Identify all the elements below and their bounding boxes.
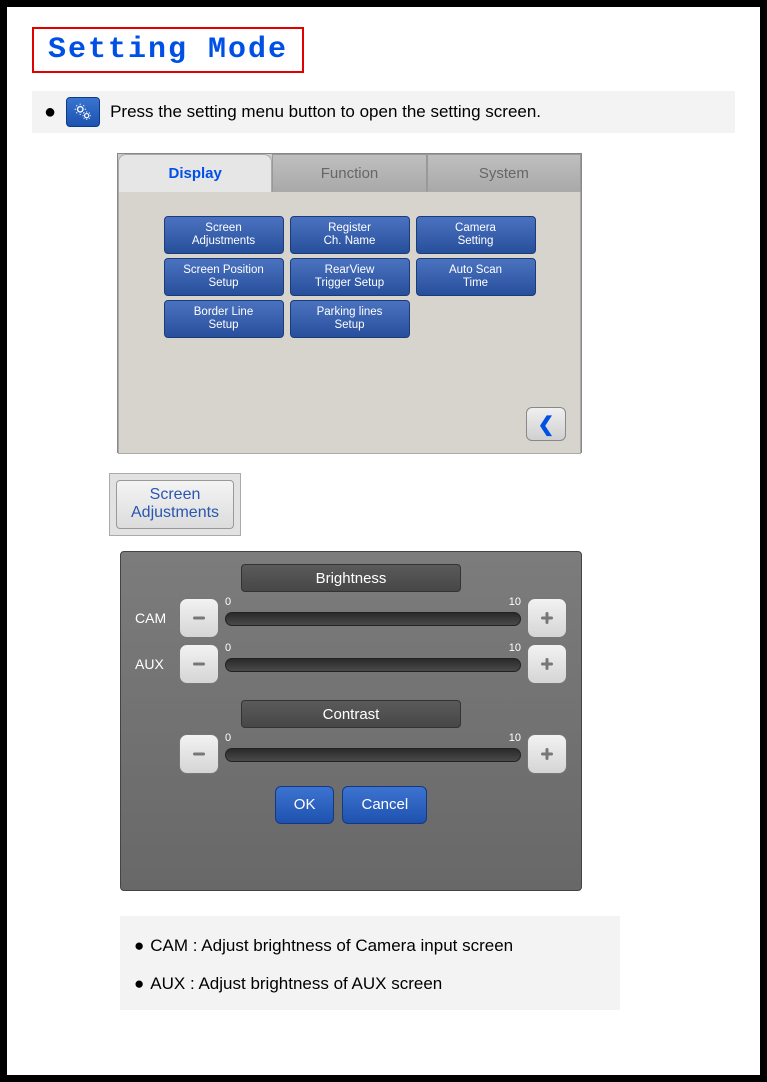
tab-system[interactable]: System (427, 154, 581, 192)
contrast-plus-button[interactable] (527, 734, 567, 774)
tab-body: Screen Adjustments Register Ch. Name Cam… (118, 192, 581, 454)
instruction-row: ● Press the setting menu button to open … (32, 91, 735, 133)
menu-screen-adjustments[interactable]: Screen Adjustments (164, 216, 284, 254)
cam-plus-button[interactable] (527, 598, 567, 638)
screen-adjustments-callout: Screen Adjustments (109, 473, 241, 536)
cam-min: 0 (225, 596, 231, 608)
tab-function[interactable]: Function (272, 154, 426, 192)
page-title: Setting Mode (48, 33, 288, 67)
settings-icon-button[interactable] (66, 97, 100, 127)
aux-brightness-row: AUX 0 10 (135, 644, 567, 684)
cam-slider-track[interactable]: 0 10 (225, 600, 521, 636)
cam-brightness-row: CAM 0 10 (135, 598, 567, 638)
dialog-buttons: OK Cancel (135, 786, 567, 824)
minus-icon (189, 744, 209, 764)
contrast-row: 0 10 (135, 734, 567, 774)
aux-min: 0 (225, 642, 231, 654)
adjustments-panel-screenshot: Brightness CAM 0 10 AUX 0 10 (120, 551, 582, 891)
aux-label: AUX (135, 656, 173, 672)
plus-icon (537, 608, 557, 628)
aux-max: 10 (509, 642, 521, 654)
menu-border-line-setup[interactable]: Border Line Setup (164, 300, 284, 338)
plus-icon (537, 744, 557, 764)
screen-adjustments-button[interactable]: Screen Adjustments (116, 480, 234, 529)
cam-label: CAM (135, 610, 173, 626)
page-title-box: Setting Mode (32, 27, 304, 73)
contrast-slider-track[interactable]: 0 10 (225, 736, 521, 772)
ok-button[interactable]: OK (275, 786, 335, 824)
menu-camera-setting[interactable]: Camera Setting (416, 216, 536, 254)
settings-menu-screenshot: Display Function System Screen Adjustmen… (117, 153, 582, 453)
menu-register-ch-name[interactable]: Register Ch. Name (290, 216, 410, 254)
cam-max: 10 (509, 596, 521, 608)
note-aux: ●AUX : Adjust brightness of AUX screen (134, 974, 606, 994)
menu-auto-scan-time[interactable]: Auto Scan Time (416, 258, 536, 296)
note-cam: ●CAM : Adjust brightness of Camera input… (134, 936, 606, 956)
menu-rearview-trigger-setup[interactable]: RearView Trigger Setup (290, 258, 410, 296)
minus-icon (189, 654, 209, 674)
notes-box: ●CAM : Adjust brightness of Camera input… (120, 916, 620, 1010)
aux-plus-button[interactable] (527, 644, 567, 684)
aux-slider-track[interactable]: 0 10 (225, 646, 521, 682)
cam-minus-button[interactable] (179, 598, 219, 638)
minus-icon (189, 608, 209, 628)
manual-page: Setting Mode ● Press the setting menu bu… (0, 0, 767, 1082)
menu-grid: Screen Adjustments Register Ch. Name Cam… (119, 216, 580, 338)
contrast-min: 0 (225, 732, 231, 744)
menu-parking-lines-setup[interactable]: Parking lines Setup (290, 300, 410, 338)
menu-screen-position-setup[interactable]: Screen Position Setup (164, 258, 284, 296)
tab-bar: Display Function System (118, 154, 581, 192)
contrast-header: Contrast (241, 700, 461, 728)
aux-minus-button[interactable] (179, 644, 219, 684)
tab-display[interactable]: Display (118, 154, 272, 192)
cancel-button[interactable]: Cancel (342, 786, 427, 824)
brightness-header: Brightness (241, 564, 461, 592)
back-button[interactable]: ❮ (526, 407, 566, 441)
contrast-max: 10 (509, 732, 521, 744)
contrast-minus-button[interactable] (179, 734, 219, 774)
sa-line2: Adjustments (131, 504, 219, 522)
plus-icon (537, 654, 557, 674)
bullet: ● (44, 101, 56, 124)
instruction-text: Press the setting menu button to open th… (110, 102, 541, 122)
sa-line1: Screen (131, 486, 219, 504)
gear-icon (72, 101, 94, 123)
chevron-left-icon: ❮ (538, 412, 555, 437)
